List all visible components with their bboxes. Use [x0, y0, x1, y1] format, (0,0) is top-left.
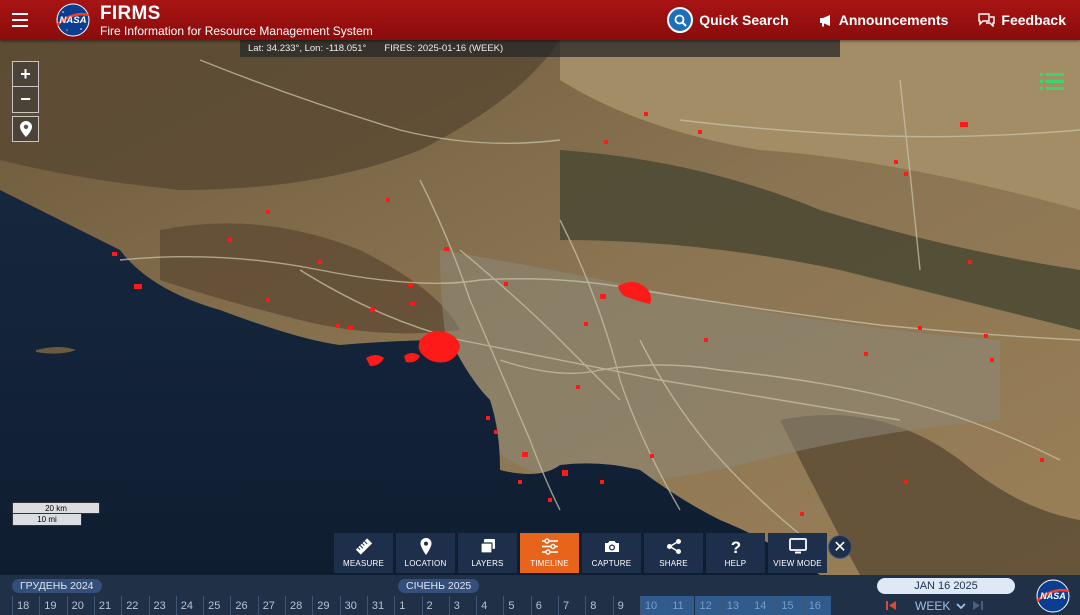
timeline-day[interactable]: 24: [175, 596, 203, 615]
timeline-day[interactable]: 12: [694, 596, 722, 615]
timeline-day[interactable]: 22: [121, 596, 148, 615]
zoom-out-button[interactable]: −: [12, 87, 39, 113]
map-basemap: [0, 40, 1080, 575]
timeline-day[interactable]: 26: [230, 596, 257, 615]
timeline-day[interactable]: 15: [776, 596, 804, 615]
timeline-day[interactable]: 28: [285, 596, 312, 615]
timeline-day[interactable]: 5: [503, 596, 530, 615]
zoom-in-button[interactable]: +: [12, 61, 39, 87]
feedback-label: Feedback: [1001, 12, 1066, 28]
share-icon: [666, 539, 681, 554]
timeline-day[interactable]: 14: [749, 596, 777, 615]
share-button[interactable]: SHARE: [644, 533, 703, 573]
timeline-day[interactable]: 31: [366, 596, 394, 615]
timeline-day[interactable]: 20: [66, 596, 94, 615]
help-button[interactable]: ? HELP: [706, 533, 765, 573]
svg-text:NASA: NASA: [60, 15, 87, 26]
timeline-button[interactable]: TIMELINE: [520, 533, 579, 573]
timeline-day[interactable]: 30: [339, 596, 367, 615]
timeline-day[interactable]: 21: [93, 596, 121, 615]
question-icon: ?: [730, 538, 740, 555]
app-header: NASA FIRMS Fire Information for Resource…: [0, 0, 1080, 40]
timeline-day[interactable]: 23: [148, 596, 176, 615]
measure-button[interactable]: MEASURE: [334, 533, 393, 573]
search-icon: [667, 7, 694, 33]
map-pin-icon: [19, 121, 32, 137]
timeline-day[interactable]: 7: [558, 596, 585, 615]
list-layers-icon[interactable]: [1038, 68, 1066, 96]
sliders-icon: [541, 538, 558, 555]
month-label-dec: ГРУДЕНЬ 2024: [12, 579, 102, 593]
monitor-icon: [788, 538, 807, 554]
timeline-day[interactable]: 13: [721, 596, 750, 615]
layers-icon: [479, 539, 495, 554]
cursor-coordinates: Lat: 34.233°, Lon: -118.051°: [248, 43, 367, 54]
map-toolbar: MEASURE LOCATION LAYERS TIMELINE CAPTURE…: [334, 533, 827, 573]
timeline-day[interactable]: 25: [203, 596, 230, 615]
svg-text:?: ?: [730, 538, 740, 555]
scale-km: 20 km: [12, 502, 100, 514]
quick-search-label: Quick Search: [699, 12, 789, 28]
skip-back-icon[interactable]: [886, 600, 897, 611]
timeline-day[interactable]: 4: [476, 596, 503, 615]
timeline-day[interactable]: 18: [12, 596, 39, 615]
layers-button[interactable]: LAYERS: [458, 533, 517, 573]
menu-button[interactable]: [0, 0, 40, 40]
timeline-day[interactable]: 1: [394, 596, 421, 615]
period-control: WEEK: [886, 597, 1006, 614]
timeline-day[interactable]: 27: [257, 596, 285, 615]
skip-forward-icon[interactable]: [972, 600, 984, 611]
timeline-day[interactable]: 11: [667, 596, 695, 615]
nasa-logo: NASA: [56, 3, 90, 37]
app-subtitle: Fire Information for Resource Management…: [100, 23, 373, 38]
capture-button[interactable]: CAPTURE: [582, 533, 641, 573]
zoom-control: + −: [12, 61, 39, 113]
month-label-jan: СІЧЕНЬ 2025: [398, 579, 480, 593]
quick-search-button[interactable]: Quick Search: [667, 7, 789, 33]
timeline-day[interactable]: 10: [639, 596, 668, 615]
timeline-day[interactable]: 16: [803, 596, 831, 615]
chevron-down-icon[interactable]: [956, 602, 966, 610]
announcements-button[interactable]: Announcements: [819, 12, 949, 28]
map-scale: 20 km 10 mi: [12, 502, 100, 526]
megaphone-icon: [819, 14, 830, 26]
announcements-label: Announcements: [838, 12, 949, 28]
close-toolbar-button[interactable]: ✕: [828, 535, 852, 559]
timeline-day[interactable]: 3: [448, 596, 476, 615]
fires-date-range: FIRES: 2025-01-16 (WEEK): [384, 43, 504, 54]
location-button[interactable]: LOCATION: [396, 533, 455, 573]
camera-icon: [604, 541, 619, 552]
view-mode-button[interactable]: VIEW MODE: [768, 533, 827, 573]
timeline-day[interactable]: 2: [421, 596, 449, 615]
svg-text:NASA: NASA: [1040, 591, 1066, 601]
locate-me-button[interactable]: [12, 116, 39, 142]
satellite-map[interactable]: [0, 40, 1080, 575]
hamburger-icon: [12, 13, 28, 27]
scale-mi: 10 mi: [12, 514, 82, 526]
timeline-day[interactable]: 6: [530, 596, 558, 615]
timeline-day[interactable]: 8: [585, 596, 612, 615]
feedback-button[interactable]: Feedback: [978, 12, 1066, 28]
timeline-day[interactable]: 19: [39, 596, 66, 615]
period-select[interactable]: WEEK: [915, 599, 950, 613]
chat-bubbles-icon: [978, 13, 996, 27]
current-date[interactable]: JAN 16 2025: [877, 578, 1015, 594]
app-title: FIRMS: [100, 2, 161, 24]
timeline-day[interactable]: 29: [312, 596, 339, 615]
nasa-corner-logo: NASA: [1036, 579, 1070, 613]
map-pin-icon: [420, 538, 431, 555]
close-icon: ✕: [833, 539, 847, 556]
map-info-bar: Lat: 34.233°, Lon: -118.051° FIRES: 2025…: [240, 40, 840, 57]
timeline-day[interactable]: 9: [612, 596, 640, 615]
ruler-icon: [355, 538, 372, 555]
